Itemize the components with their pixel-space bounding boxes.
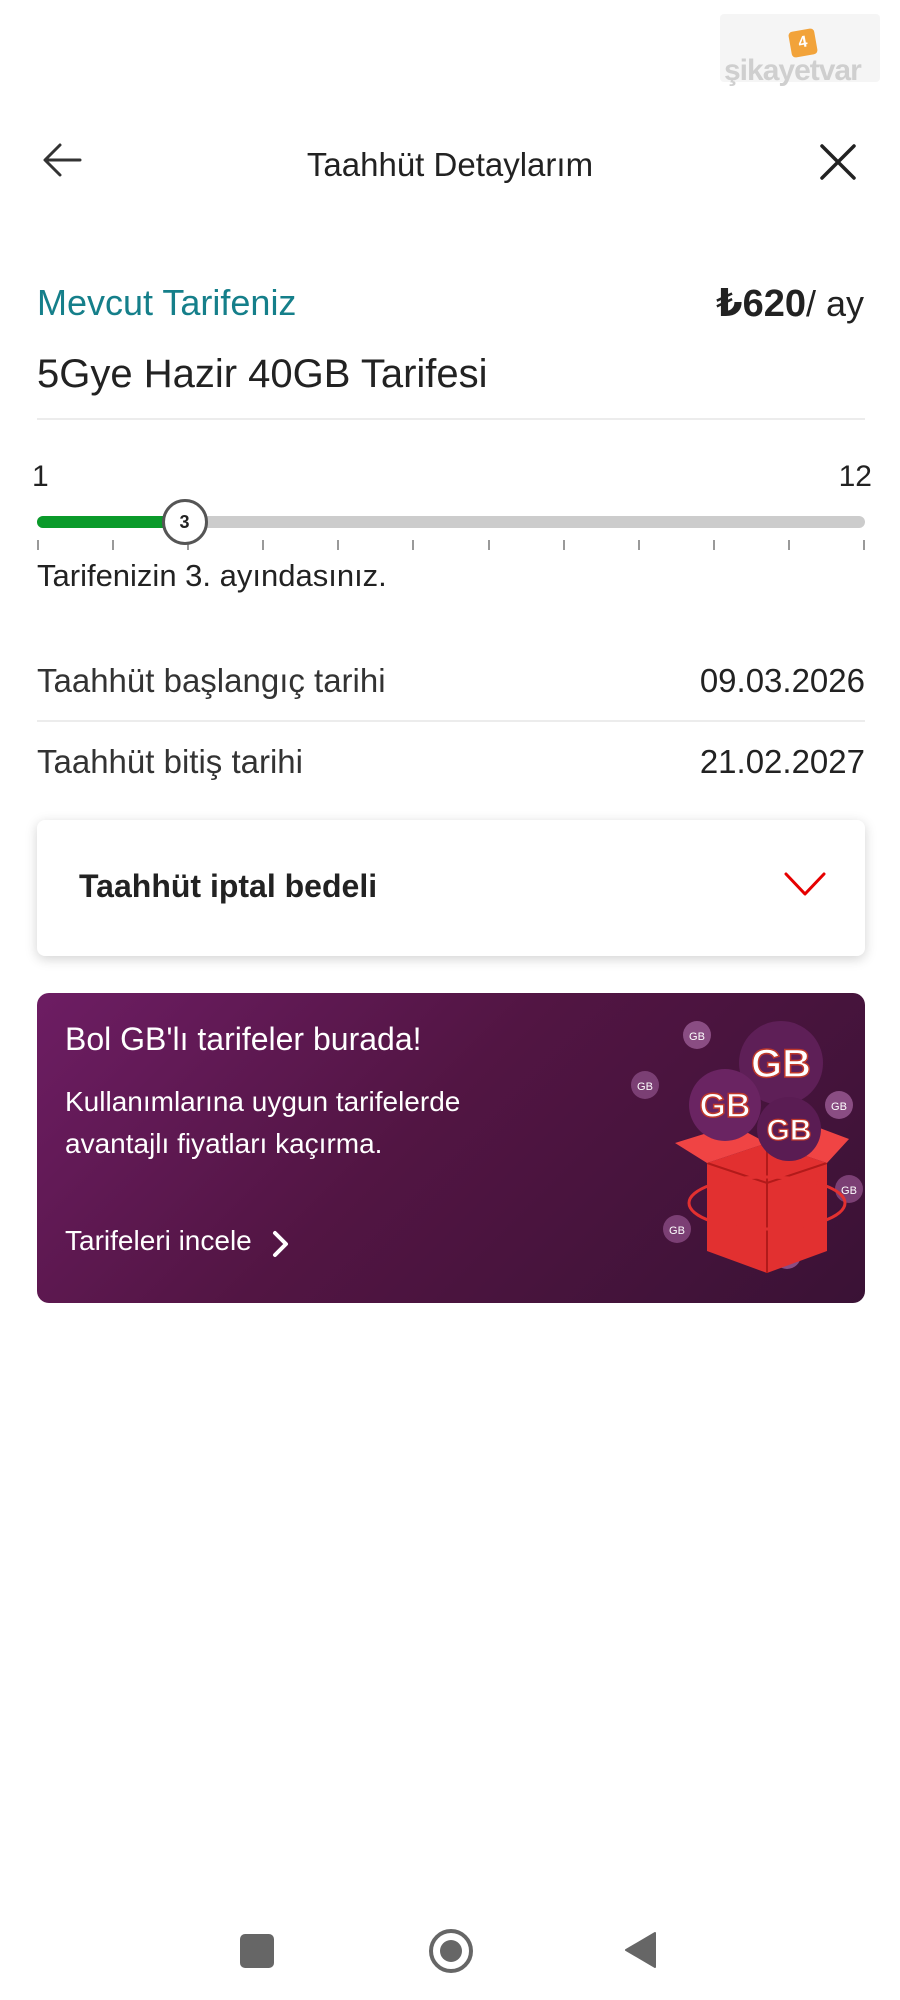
divider — [37, 418, 865, 420]
small-gb-badge: GB — [637, 1081, 653, 1093]
progress-max-label: 12 — [838, 460, 872, 493]
watermark-text: şikayetvar — [724, 54, 862, 87]
system-navbar — [0, 1880, 900, 2000]
header: Taahhüt Detaylarım — [0, 130, 900, 200]
home-button[interactable] — [428, 1928, 474, 1974]
progress-tick — [863, 540, 865, 550]
progress-tick — [112, 540, 115, 550]
watermark-logo: 4 şikayetvar — [720, 14, 880, 87]
recents-button[interactable] — [240, 1934, 274, 1968]
price-unit: / ay — [805, 283, 864, 324]
end-date-label: Taahhüt bitiş tarihi — [37, 743, 303, 780]
divider — [37, 720, 865, 722]
start-date-value: 09.03.2026 — [699, 662, 865, 699]
close-icon — [820, 144, 856, 180]
big-gb-badge: GB — [700, 1087, 751, 1125]
progress-tick — [262, 540, 265, 550]
tariff-name: 5Gye Hazir 40GB Tarifesi — [37, 352, 488, 396]
small-gb-badge: GB — [689, 1031, 705, 1043]
progress-ticks — [37, 540, 865, 550]
progress-tick — [337, 540, 340, 550]
page-title: Taahhüt Detaylarım — [306, 146, 594, 183]
progress-tick — [412, 540, 415, 550]
commitment-progress: 1 12 3 — [0, 460, 900, 560]
progress-tick — [37, 540, 39, 550]
promo-description: Kullanımlarına uygun tarifelerde avantaj… — [65, 1086, 461, 1159]
price-amount: ₺620 — [716, 283, 806, 325]
end-date-row: Taahhüt bitiş tarihi 21.02.2027 — [37, 733, 865, 793]
back-triangle-icon[interactable] — [622, 1930, 658, 1970]
end-date-value: 21.02.2027 — [699, 743, 865, 780]
start-date-label: Taahhüt başlangıç tarihi — [37, 662, 386, 699]
cancel-fee-title: Taahhüt iptal bedeli — [79, 868, 378, 904]
small-gb-badge: GB — [831, 1101, 847, 1113]
progress-thumb: 3 — [161, 499, 208, 545]
promo-title: Bol GB'lı tarifeler burada! — [65, 1021, 422, 1057]
big-gb-badge: GB — [767, 1114, 812, 1147]
close-button[interactable] — [808, 132, 868, 192]
small-gb-badge: GB — [669, 1225, 685, 1237]
chevron-down-icon — [784, 872, 826, 896]
progress-tick — [487, 540, 490, 550]
cancel-fee-accordion[interactable]: Taahhüt iptal bedeli — [37, 820, 865, 956]
big-gb-badge: GB — [751, 1042, 811, 1086]
promo-link[interactable]: Tarifeleri incele — [65, 1225, 252, 1257]
progress-tick — [787, 540, 790, 550]
tariff-price: ₺620/ ay — [716, 281, 864, 326]
promo-banner[interactable]: Bol GB'lı tarifeler burada! Kullanımları… — [37, 993, 865, 1303]
progress-tick — [637, 540, 640, 550]
gift-box-illustration: GB GB GB GB GB GB GB GB — [631, 1021, 863, 1273]
start-date-row: Taahhüt başlangıç tarihi 09.03.2026 — [37, 652, 865, 712]
month-status-text: Tarifenizin 3. ayındasınız. — [37, 558, 387, 593]
progress-tick — [562, 540, 565, 550]
progress-tick — [712, 540, 715, 550]
current-tariff-label: Mevcut Tarifeniz — [37, 282, 297, 323]
chevron-right-icon — [273, 1231, 288, 1257]
progress-min-label: 1 — [32, 460, 49, 493]
